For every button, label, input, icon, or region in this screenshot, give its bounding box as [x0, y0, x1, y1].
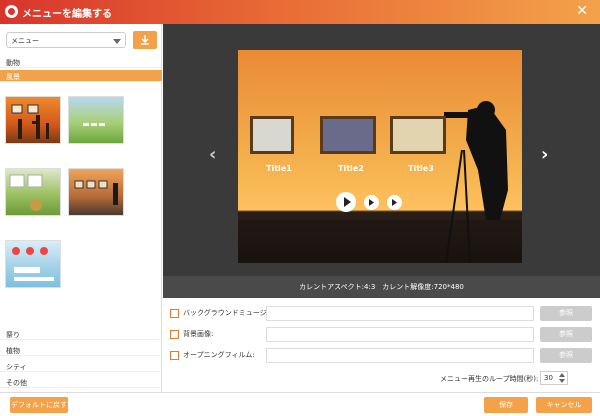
- sidebar: メニュー 動物 風景 祭り 植物 シティ その他: [0, 24, 162, 392]
- bg-image-label: 背景画像:: [183, 330, 214, 338]
- opening-film-field[interactable]: [266, 348, 534, 363]
- prev-arrow-icon[interactable]: ‹: [209, 144, 216, 165]
- loop-time-label: メニュー再生のループ時間(秒):: [440, 375, 539, 383]
- template-thumbnails: [0, 86, 162, 354]
- chapter-button[interactable]: [364, 195, 379, 210]
- bg-image-checkbox[interactable]: [170, 330, 179, 339]
- template-thumbnail-meadow[interactable]: [68, 96, 124, 144]
- beach-chair-icon: [12, 247, 54, 281]
- cactus-icon: [11, 104, 49, 139]
- hay-bale-icon: [9, 174, 43, 211]
- close-icon[interactable]: ✕: [576, 3, 588, 19]
- category-city[interactable]: シティ: [0, 360, 162, 372]
- bg-image-browse-button[interactable]: 参照: [540, 327, 592, 342]
- title-label-3[interactable]: Title3: [408, 164, 434, 173]
- footer: デフォルトに戻す 保存 キャンセル: [0, 392, 600, 416]
- meadow-buttons-icon: [83, 123, 105, 126]
- bgm-checkbox[interactable]: [170, 309, 179, 318]
- opening-film-label: オープニングフィルム:: [183, 351, 255, 359]
- play-button[interactable]: [336, 192, 356, 212]
- category-animals[interactable]: 動物: [0, 56, 162, 68]
- download-button[interactable]: [133, 31, 157, 49]
- reset-default-button[interactable]: デフォルトに戻す: [10, 397, 68, 413]
- app-logo-icon: [5, 5, 18, 18]
- title-frame-2[interactable]: [320, 116, 376, 154]
- bg-image-field[interactable]: [266, 327, 534, 342]
- photographer-icon: [74, 180, 118, 205]
- next-track-icon: [392, 199, 397, 206]
- title-bar: メニューを編集する ✕: [0, 0, 600, 24]
- category-scenery[interactable]: 風景: [0, 70, 162, 82]
- title-frame-3[interactable]: [390, 116, 446, 154]
- loop-time-value: 30: [544, 374, 553, 382]
- opening-film-browse-button[interactable]: 参照: [540, 348, 592, 363]
- preview-area: ‹ › Title1 Title2 Title3: [163, 24, 600, 276]
- category-plants[interactable]: 植物: [0, 344, 162, 356]
- menu-type-select[interactable]: メニュー: [6, 32, 126, 48]
- title-frame-1[interactable]: [250, 116, 294, 154]
- title-label-1[interactable]: Title1: [266, 164, 292, 173]
- next-arrow-icon[interactable]: ›: [541, 144, 548, 165]
- menu-preview: Title1 Title2 Title3: [238, 50, 522, 263]
- save-button[interactable]: 保存: [484, 397, 528, 413]
- next-button[interactable]: [387, 195, 402, 210]
- window-title: メニューを編集する: [22, 9, 112, 20]
- play-icon: [344, 197, 351, 207]
- loop-time-spinner[interactable]: 30: [540, 371, 568, 385]
- template-thumbnail-beach[interactable]: [5, 240, 61, 288]
- sunset-background-image: [238, 50, 522, 263]
- menu-type-value: メニュー: [11, 37, 39, 45]
- category-festival[interactable]: 祭り: [0, 328, 162, 340]
- spinner-down-icon[interactable]: [559, 379, 565, 383]
- template-thumbnail-photographer[interactable]: [68, 168, 124, 216]
- category-other[interactable]: その他: [0, 376, 162, 388]
- spinner-up-icon[interactable]: [559, 373, 565, 377]
- template-thumbnail-hay[interactable]: [5, 168, 61, 216]
- template-thumbnail-desert[interactable]: [5, 96, 61, 144]
- bgm-browse-button[interactable]: 参照: [540, 306, 592, 321]
- resolution-info: カレントアスペクト:4:3 カレント解像度:720*480: [163, 276, 600, 298]
- bgm-field[interactable]: [266, 306, 534, 321]
- title-label-2[interactable]: Title2: [338, 164, 364, 173]
- chevron-down-icon: [113, 39, 121, 44]
- forward-icon: [369, 199, 374, 206]
- download-icon: [141, 35, 149, 45]
- opening-film-checkbox[interactable]: [170, 351, 179, 360]
- cancel-button[interactable]: キャンセル: [536, 397, 592, 413]
